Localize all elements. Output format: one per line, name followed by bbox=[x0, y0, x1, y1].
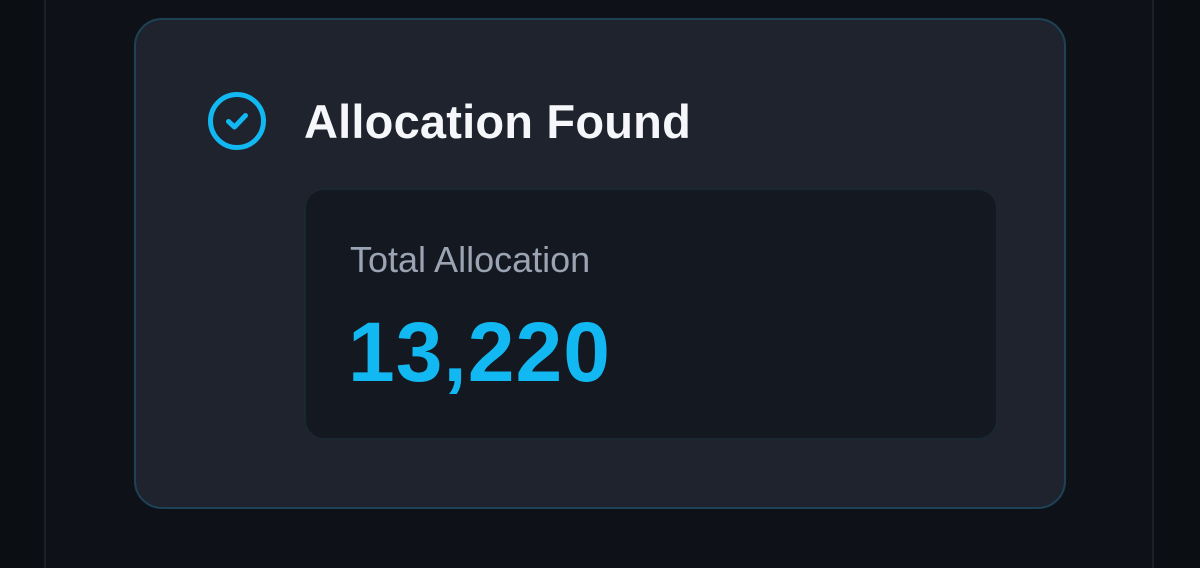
allocation-result-card: Allocation Found Total Allocation 13,220 bbox=[134, 18, 1066, 509]
total-allocation-label: Total Allocation bbox=[350, 239, 591, 280]
total-allocation-panel: Total Allocation 13,220 bbox=[304, 188, 998, 440]
allocation-found-title: Allocation Found bbox=[304, 94, 691, 148]
card-header: Allocation Found bbox=[206, 90, 691, 152]
check-circle-icon bbox=[208, 92, 266, 150]
total-allocation-value: 13,220 bbox=[348, 305, 611, 399]
